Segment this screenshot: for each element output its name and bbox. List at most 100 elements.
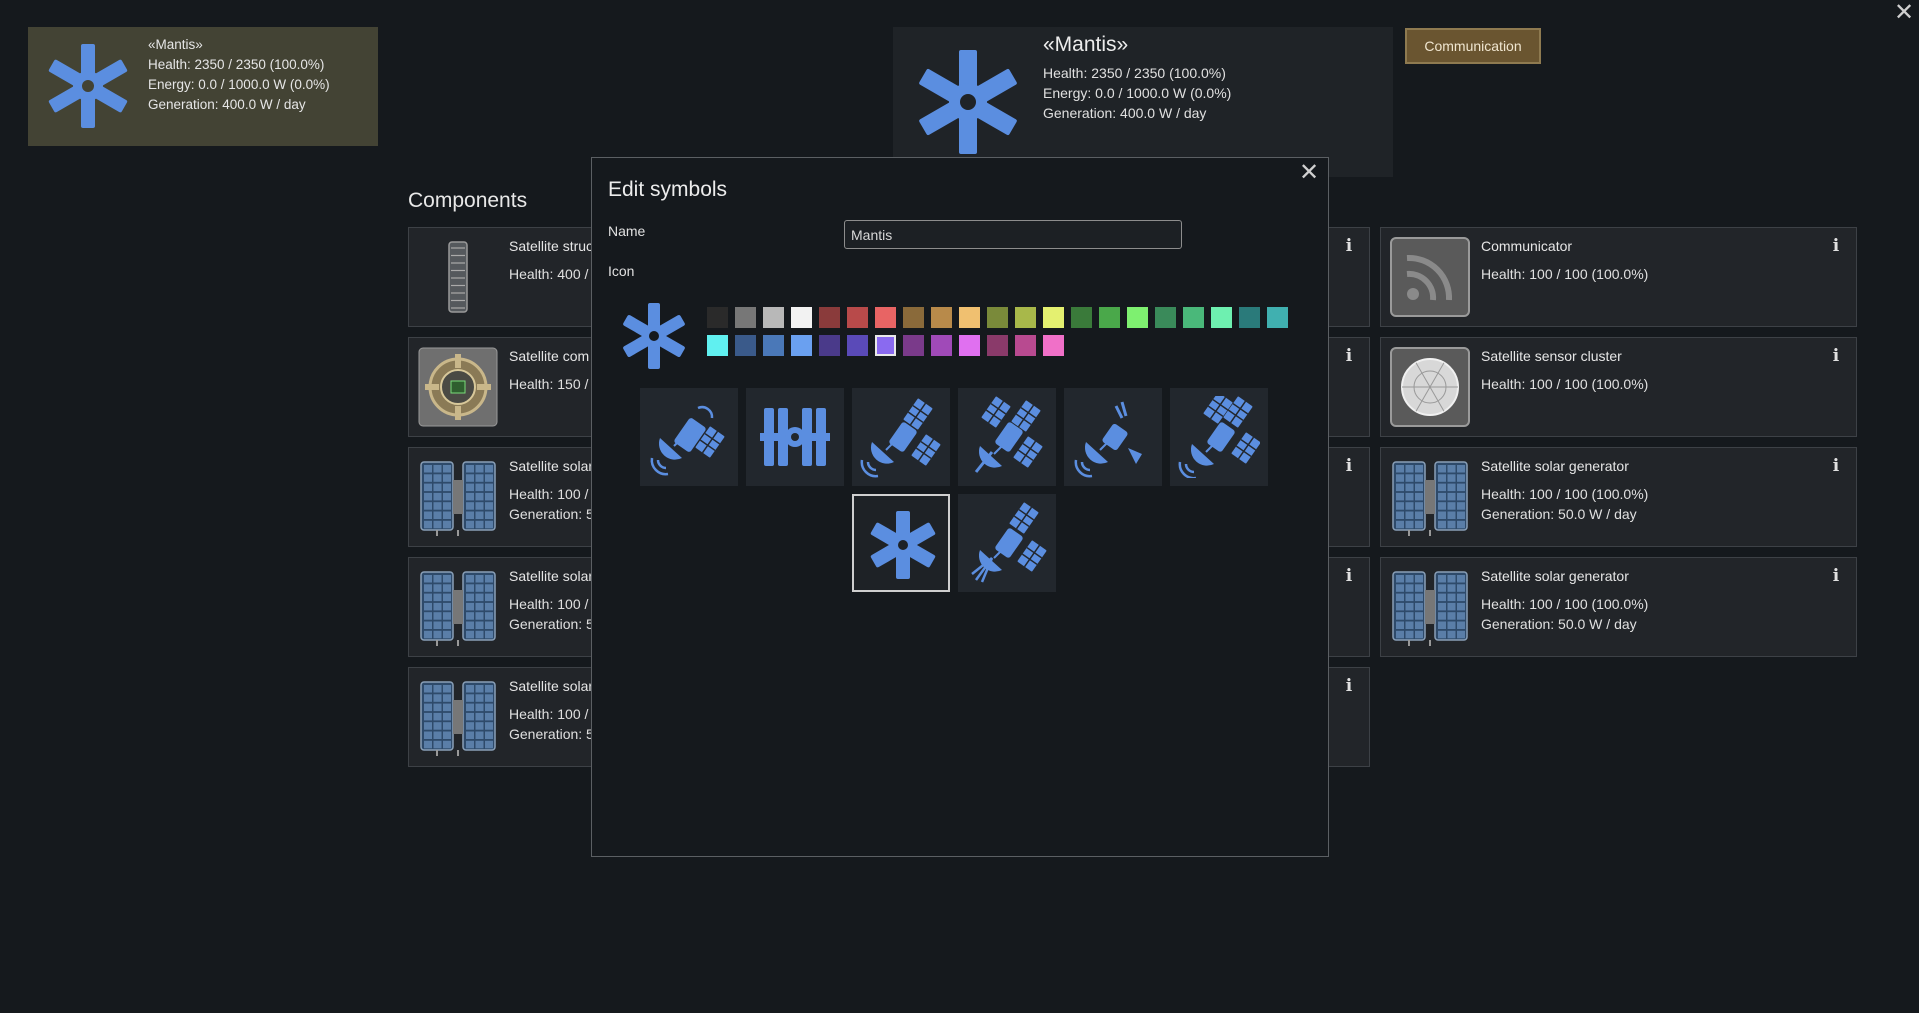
color-swatch[interactable] [791,307,812,328]
color-swatch[interactable] [819,307,840,328]
info-icon[interactable]: i [1341,236,1357,256]
component-name: Satellite solar [509,458,594,474]
color-swatch[interactable] [847,335,868,356]
mantis-icon[interactable] [852,494,950,592]
color-swatch[interactable] [903,307,924,328]
component-name: Satellite solar [509,568,594,584]
info-icon[interactable]: i [1828,456,1844,476]
satellite-energy: Energy: 0.0 / 1000.0 W (0.0%) [148,77,330,92]
close-screen-button[interactable]: ✕ [1891,0,1917,26]
solar-thumbnail [417,676,499,758]
satellite-generation: Generation: 400.0 W / day [148,97,306,112]
icon-label: Icon [608,263,635,279]
color-swatch[interactable] [875,307,896,328]
color-swatch[interactable] [847,307,868,328]
component-stat-line: Health: 100 / [509,486,589,502]
component-stat-line: Generation: 50.0 W / day [1481,506,1637,522]
component-name: Satellite solar generator [1481,568,1629,584]
mantis-icon [903,47,1033,157]
info-title: «Mantis» [1043,33,1129,56]
color-swatch[interactable] [931,335,952,356]
structure-thumbnail [417,236,499,318]
communication-button[interactable]: Communication [1405,28,1541,64]
color-swatch[interactable] [1043,307,1064,328]
computer-thumbnail [417,346,499,428]
info-icon[interactable]: i [1341,346,1357,366]
color-swatch[interactable] [735,335,756,356]
color-swatch[interactable] [1155,307,1176,328]
info-icon[interactable]: i [1828,236,1844,256]
color-swatch[interactable] [1127,307,1148,328]
mantis-icon [38,43,138,129]
selected-satellite-card[interactable]: «Mantis» Health: 2350 / 2350 (100.0%) En… [28,27,378,146]
satellite-info-panel: «Mantis» Health: 2350 / 2350 (100.0%) En… [893,27,1393,177]
component-stat-line: Generation: 5 [509,506,594,522]
color-swatch[interactable] [875,335,896,356]
drone-satellite-icon[interactable] [1064,388,1162,486]
component-stat-line: Generation: 5 [509,726,594,742]
solar-antenna-satellite-icon[interactable] [958,388,1056,486]
dish-satellite-icon[interactable] [640,388,738,486]
solar-thumbnail [417,456,499,538]
info-icon[interactable]: i [1341,456,1357,476]
color-swatch[interactable] [1015,335,1036,356]
info-icon[interactable]: i [1828,346,1844,366]
component-card[interactable]: Satellite solar generator Health: 100 / 1… [1380,557,1857,657]
info-health: Health: 2350 / 2350 (100.0%) [1043,65,1226,81]
edit-symbols-dialog: ✕ Edit symbols Name Icon [591,157,1329,857]
dish-beam-satellite-icon[interactable] [958,494,1056,592]
solar-dish-satellite-icon[interactable] [852,388,950,486]
component-stat-line: Health: 100 / [509,596,589,612]
component-card[interactable]: Satellite solar generator Health: 100 / 1… [1380,447,1857,547]
component-stats: Health: 100 / 100 (100.0%) [1481,374,1648,394]
satellite-name: «Mantis» [148,37,203,52]
component-name: Satellite com [509,348,590,364]
color-swatch[interactable] [707,307,728,328]
color-swatch[interactable] [1099,307,1120,328]
color-swatch[interactable] [1043,335,1064,356]
color-swatch[interactable] [1211,307,1232,328]
color-swatch[interactable] [959,307,980,328]
color-swatch[interactable] [763,335,784,356]
satellite-health: Health: 2350 / 2350 (100.0%) [148,57,325,72]
color-swatch[interactable] [1015,307,1036,328]
color-swatch[interactable] [791,335,812,356]
color-swatch[interactable] [763,307,784,328]
info-icon[interactable]: i [1341,566,1357,586]
component-stats: Health: 100 / Generation: 5 [509,594,594,634]
info-icon[interactable]: i [1341,676,1357,696]
color-swatch[interactable] [1071,307,1092,328]
component-stats: Health: 100 / 100 (100.0%) Generation: 50… [1481,594,1648,634]
color-swatch[interactable] [819,335,840,356]
info-energy: Energy: 0.0 / 1000.0 W (0.0%) [1043,85,1232,101]
color-swatch[interactable] [959,335,980,356]
info-icon[interactable]: i [1828,566,1844,586]
component-card[interactable]: Satellite sensor cluster Health: 100 / 10… [1380,337,1857,437]
close-dialog-button[interactable]: ✕ [1296,160,1322,186]
color-swatch[interactable] [903,335,924,356]
component-stat-line: Generation: 50.0 W / day [1481,616,1637,632]
component-stats: Health: 150 / [509,374,588,394]
solar-dish-waves-icon[interactable] [1170,388,1268,486]
component-stats: Health: 100 / Generation: 5 [509,704,594,744]
station-icon[interactable] [746,388,844,486]
component-name: Satellite solar generator [1481,458,1629,474]
component-stat-line: Health: 400 / [509,266,589,282]
component-card[interactable]: Communicator Health: 100 / 100 (100.0%) i [1380,227,1857,327]
component-stat-line: Health: 100 / 100 (100.0%) [1481,266,1649,282]
component-name: Satellite struc [509,238,594,254]
component-stat-line: Health: 100 / [509,706,589,722]
color-swatch[interactable] [707,335,728,356]
info-generation: Generation: 400.0 W / day [1043,105,1207,121]
color-swatch[interactable] [1267,307,1288,328]
dialog-title: Edit symbols [608,178,728,201]
color-swatch[interactable] [1239,307,1260,328]
name-input[interactable] [844,220,1182,249]
color-swatch[interactable] [987,335,1008,356]
color-swatch[interactable] [735,307,756,328]
color-swatch[interactable] [1183,307,1204,328]
color-swatch[interactable] [931,307,952,328]
component-stats: Health: 100 / 100 (100.0%) [1481,264,1648,284]
component-stat-line: Health: 100 / 100 (100.0%) [1481,596,1649,612]
color-swatch[interactable] [987,307,1008,328]
